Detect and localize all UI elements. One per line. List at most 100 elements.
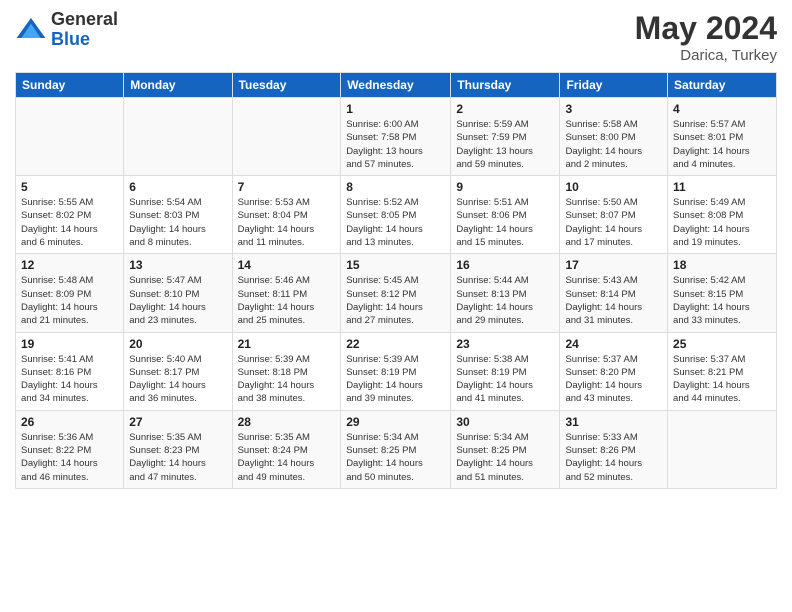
calendar-table: Sunday Monday Tuesday Wednesday Thursday… <box>15 72 777 489</box>
day-info: Sunrise: 5:48 AMSunset: 8:09 PMDaylight:… <box>21 274 118 327</box>
table-row: 21Sunrise: 5:39 AMSunset: 8:18 PMDayligh… <box>232 332 341 410</box>
day-number: 19 <box>21 337 118 351</box>
day-number: 22 <box>346 337 445 351</box>
table-row: 12Sunrise: 5:48 AMSunset: 8:09 PMDayligh… <box>16 254 124 332</box>
day-number: 26 <box>21 415 118 429</box>
day-info: Sunrise: 5:33 AMSunset: 8:26 PMDaylight:… <box>565 431 662 484</box>
table-row <box>232 98 341 176</box>
col-thursday: Thursday <box>451 73 560 98</box>
table-row: 17 Sunrise: 5:43 AMSunset: 8:14 PMDayligh… <box>560 254 668 332</box>
table-row: 4 Sunrise: 5:57 AMSunset: 8:01 PMDaylight… <box>668 98 777 176</box>
day-info: Sunrise: 5:34 AMSunset: 8:25 PMDaylight:… <box>456 431 554 484</box>
day-info: Sunrise: 5:34 AMSunset: 8:25 PMDaylight:… <box>346 431 445 484</box>
calendar-header-row: Sunday Monday Tuesday Wednesday Thursday… <box>16 73 777 98</box>
day-number: 7 <box>238 180 336 194</box>
col-tuesday: Tuesday <box>232 73 341 98</box>
table-row: 26 Sunrise: 5:36 AMSunset: 8:22 PMDayligh… <box>16 410 124 488</box>
day-info: Sunrise: 5:35 AMSunset: 8:24 PMDaylight:… <box>238 431 336 484</box>
table-row: 25Sunrise: 5:37 AMSunset: 8:21 PMDayligh… <box>668 332 777 410</box>
logo: General Blue <box>15 10 118 50</box>
day-number: 10 <box>565 180 662 194</box>
table-row: 11 Sunrise: 5:49 AMSunset: 8:08 PMDayligh… <box>668 176 777 254</box>
table-row: 29Sunrise: 5:34 AMSunset: 8:25 PMDayligh… <box>341 410 451 488</box>
day-number: 28 <box>238 415 336 429</box>
day-info: Sunrise: 5:58 AMSunset: 8:00 PMDaylight:… <box>565 118 662 171</box>
page: General Blue May 2024 Darica, Turkey Sun… <box>0 0 792 612</box>
day-number: 14 <box>238 258 336 272</box>
table-row: 14 Sunrise: 5:46 AMSunset: 8:11 PMDayligh… <box>232 254 341 332</box>
table-row: 20Sunrise: 5:40 AMSunset: 8:17 PMDayligh… <box>124 332 232 410</box>
table-row <box>16 98 124 176</box>
logo-general-text: General <box>51 10 118 30</box>
day-info: Sunrise: 5:39 AMSunset: 8:18 PMDaylight:… <box>238 353 336 406</box>
day-info: Sunrise: 5:51 AMSunset: 8:06 PMDaylight:… <box>456 196 554 249</box>
day-info: Sunrise: 5:59 AMSunset: 7:59 PMDaylight:… <box>456 118 554 171</box>
day-number: 17 <box>565 258 662 272</box>
table-row: 10 Sunrise: 5:50 AMSunset: 8:07 PMDayligh… <box>560 176 668 254</box>
table-row: 3 Sunrise: 5:58 AMSunset: 8:00 PMDaylight… <box>560 98 668 176</box>
day-info: Sunrise: 5:55 AMSunset: 8:02 PMDaylight:… <box>21 196 118 249</box>
logo-icon <box>15 14 47 46</box>
day-info: Sunrise: 5:46 AMSunset: 8:11 PMDaylight:… <box>238 274 336 327</box>
month-year: May 2024 <box>635 10 777 47</box>
day-number: 6 <box>129 180 226 194</box>
day-info: Sunrise: 5:35 AMSunset: 8:23 PMDaylight:… <box>129 431 226 484</box>
table-row: 6 Sunrise: 5:54 AMSunset: 8:03 PMDaylight… <box>124 176 232 254</box>
day-number: 18 <box>673 258 771 272</box>
col-monday: Monday <box>124 73 232 98</box>
table-row: 7 Sunrise: 5:53 AMSunset: 8:04 PMDaylight… <box>232 176 341 254</box>
day-info: Sunrise: 5:53 AMSunset: 8:04 PMDaylight:… <box>238 196 336 249</box>
table-row: 8 Sunrise: 5:52 AMSunset: 8:05 PMDaylight… <box>341 176 451 254</box>
day-number: 31 <box>565 415 662 429</box>
calendar-week-row: 19Sunrise: 5:41 AMSunset: 8:16 PMDayligh… <box>16 332 777 410</box>
day-number: 23 <box>456 337 554 351</box>
table-row: 27 Sunrise: 5:35 AMSunset: 8:23 PMDayligh… <box>124 410 232 488</box>
day-info: Sunrise: 5:45 AMSunset: 8:12 PMDaylight:… <box>346 274 445 327</box>
day-info: Sunrise: 5:37 AMSunset: 8:20 PMDaylight:… <box>565 353 662 406</box>
day-info: Sunrise: 5:42 AMSunset: 8:15 PMDaylight:… <box>673 274 771 327</box>
table-row <box>124 98 232 176</box>
table-row: 1Sunrise: 6:00 AMSunset: 7:58 PMDaylight… <box>341 98 451 176</box>
day-info: Sunrise: 5:43 AMSunset: 8:14 PMDaylight:… <box>565 274 662 327</box>
table-row: 13Sunrise: 5:47 AMSunset: 8:10 PMDayligh… <box>124 254 232 332</box>
day-number: 27 <box>129 415 226 429</box>
table-row: 2Sunrise: 5:59 AMSunset: 7:59 PMDaylight… <box>451 98 560 176</box>
title-block: May 2024 Darica, Turkey <box>635 10 777 64</box>
calendar-week-row: 5 Sunrise: 5:55 AMSunset: 8:02 PMDaylight… <box>16 176 777 254</box>
day-number: 3 <box>565 102 662 116</box>
day-number: 25 <box>673 337 771 351</box>
table-row: 31 Sunrise: 5:33 AMSunset: 8:26 PMDayligh… <box>560 410 668 488</box>
day-number: 5 <box>21 180 118 194</box>
calendar-week-row: 1Sunrise: 6:00 AMSunset: 7:58 PMDaylight… <box>16 98 777 176</box>
day-number: 4 <box>673 102 771 116</box>
day-info: Sunrise: 5:39 AMSunset: 8:19 PMDaylight:… <box>346 353 445 406</box>
table-row: 16Sunrise: 5:44 AMSunset: 8:13 PMDayligh… <box>451 254 560 332</box>
table-row: 30Sunrise: 5:34 AMSunset: 8:25 PMDayligh… <box>451 410 560 488</box>
day-number: 9 <box>456 180 554 194</box>
table-row: 15Sunrise: 5:45 AMSunset: 8:12 PMDayligh… <box>341 254 451 332</box>
table-row: 18 Sunrise: 5:42 AMSunset: 8:15 PMDayligh… <box>668 254 777 332</box>
col-wednesday: Wednesday <box>341 73 451 98</box>
table-row: 19Sunrise: 5:41 AMSunset: 8:16 PMDayligh… <box>16 332 124 410</box>
logo-blue-text: Blue <box>51 30 118 50</box>
day-info: Sunrise: 5:49 AMSunset: 8:08 PMDaylight:… <box>673 196 771 249</box>
day-info: Sunrise: 5:47 AMSunset: 8:10 PMDaylight:… <box>129 274 226 327</box>
day-info: Sunrise: 5:54 AMSunset: 8:03 PMDaylight:… <box>129 196 226 249</box>
day-number: 11 <box>673 180 771 194</box>
col-sunday: Sunday <box>16 73 124 98</box>
table-row: 9 Sunrise: 5:51 AMSunset: 8:06 PMDaylight… <box>451 176 560 254</box>
table-row: 22 Sunrise: 5:39 AMSunset: 8:19 PMDayligh… <box>341 332 451 410</box>
day-number: 20 <box>129 337 226 351</box>
day-info: Sunrise: 6:00 AMSunset: 7:58 PMDaylight:… <box>346 118 445 171</box>
table-row: 23 Sunrise: 5:38 AMSunset: 8:19 PMDayligh… <box>451 332 560 410</box>
day-info: Sunrise: 5:57 AMSunset: 8:01 PMDaylight:… <box>673 118 771 171</box>
table-row: 5 Sunrise: 5:55 AMSunset: 8:02 PMDaylight… <box>16 176 124 254</box>
day-info: Sunrise: 5:36 AMSunset: 8:22 PMDaylight:… <box>21 431 118 484</box>
day-info: Sunrise: 5:38 AMSunset: 8:19 PMDaylight:… <box>456 353 554 406</box>
table-row: 24Sunrise: 5:37 AMSunset: 8:20 PMDayligh… <box>560 332 668 410</box>
day-info: Sunrise: 5:50 AMSunset: 8:07 PMDaylight:… <box>565 196 662 249</box>
day-number: 8 <box>346 180 445 194</box>
calendar-week-row: 12Sunrise: 5:48 AMSunset: 8:09 PMDayligh… <box>16 254 777 332</box>
day-info: Sunrise: 5:52 AMSunset: 8:05 PMDaylight:… <box>346 196 445 249</box>
table-row <box>668 410 777 488</box>
